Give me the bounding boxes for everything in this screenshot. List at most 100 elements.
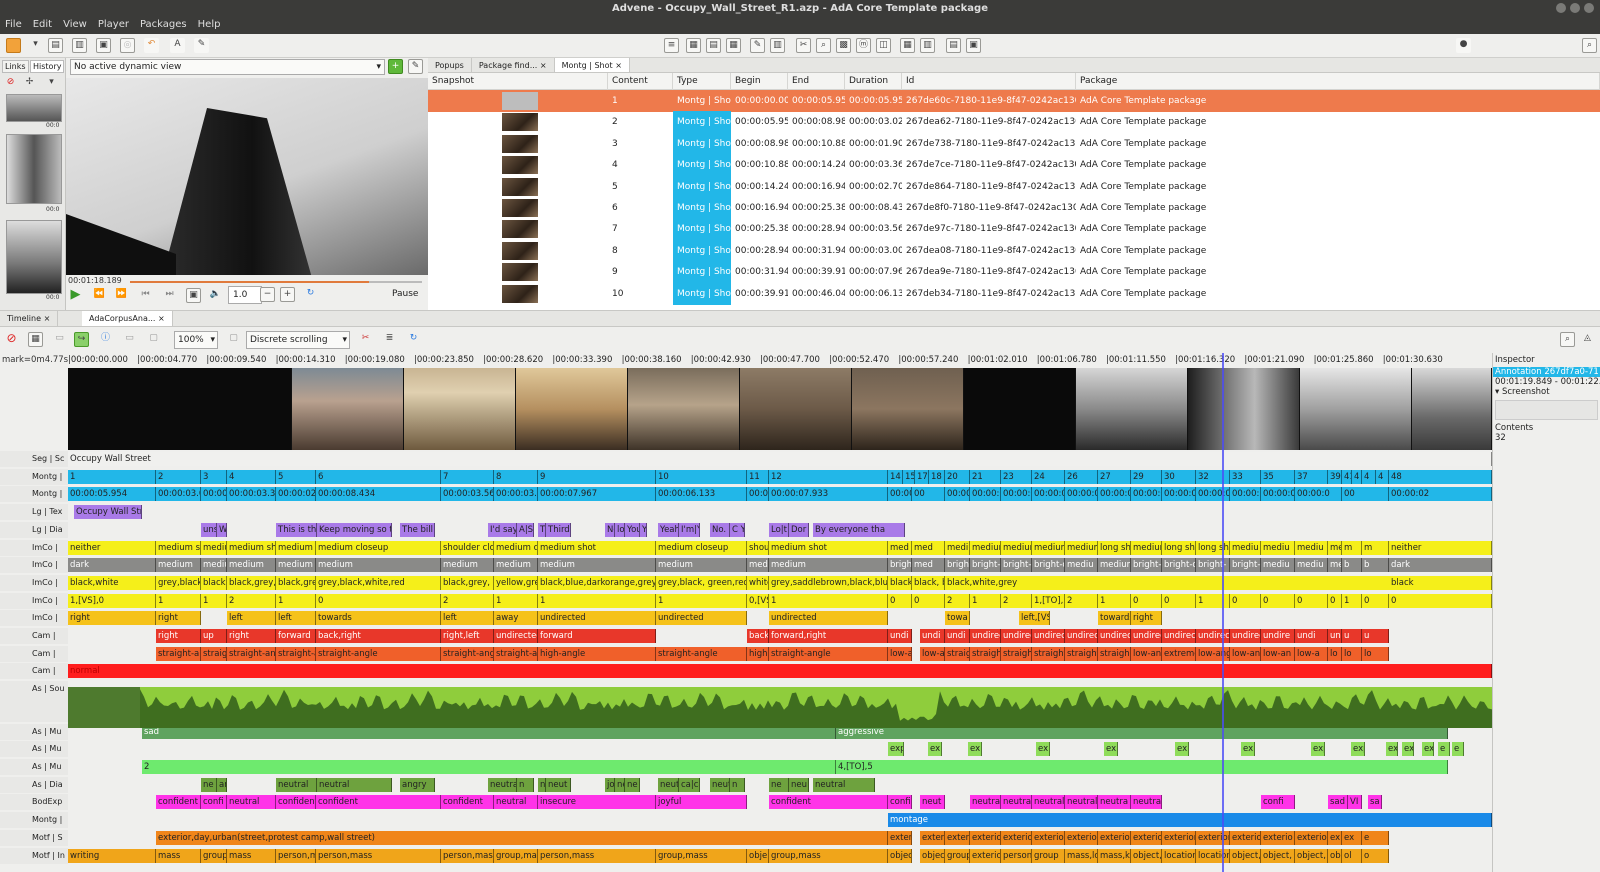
annotation[interactable]: ex [1175,742,1189,757]
annotation[interactable]: medium clo [494,540,538,555]
annotation[interactable]: shoulder clos [441,540,494,555]
track-label[interactable]: ImCo | [0,610,68,627]
annotation[interactable]: bright-d [1162,558,1196,573]
annotation[interactable]: exterior,day,urban(street,protest camp,w… [156,830,888,845]
annotation[interactable]: neutral [1131,795,1162,810]
annotation[interactable]: C Ye [730,522,745,537]
player-progress-bar[interactable] [130,281,422,283]
lock-icon[interactable]: ▢ [226,332,241,347]
annotation[interactable]: uns [201,522,217,537]
annotation[interactable]: 00:0 [747,487,769,502]
annotation[interactable]: 0 [1295,593,1328,608]
annotation[interactable]: black,white,grey [945,575,1392,590]
annotation[interactable]: neither [1389,540,1492,555]
annotation[interactable]: 1 [538,593,656,608]
text-tool-icon[interactable]: A [170,38,185,53]
minus-icon[interactable]: − [260,287,275,302]
annotation[interactable]: group [945,848,970,863]
annotation[interactable]: undi [920,629,945,643]
annotation[interactable]: 1 [1342,593,1362,608]
annotation[interactable]: 00:00:0 [970,487,1001,502]
annotation[interactable]: ex [1402,742,1414,757]
annotation[interactable]: 2 [441,593,494,608]
annotation[interactable]: bright [945,558,970,573]
track-label[interactable]: As | Sou [0,681,68,723]
annotation[interactable]: straight- [1065,646,1098,661]
next-icon[interactable]: ⏭ [162,288,177,303]
track-label[interactable]: Cam | [0,628,68,644]
annotation[interactable]: lo [1342,646,1362,661]
annotation[interactable]: straight-angle [656,646,747,661]
annotation[interactable]: 00:00:0 [1098,487,1131,502]
annotation[interactable]: 0 [888,593,912,608]
annotation[interactable]: black, [201,575,227,590]
annotation[interactable]: grey,saddlebrown,black,blue [769,575,888,590]
column-header[interactable]: Begin [731,73,788,90]
annotation[interactable]: mediu [945,540,970,555]
tab-montg-shot[interactable]: Montg | Shot × [554,58,630,72]
annotation[interactable]: medium sh [156,540,201,555]
stop-icon[interactable]: ⊘ [4,332,19,347]
annotation[interactable]: 1 [156,593,201,608]
annotation[interactable]: exterio [1098,830,1131,845]
annotation[interactable]: 00:00:0 [1131,487,1162,502]
annotation[interactable]: object, [1295,848,1328,863]
annotation[interactable]: 00:00:0 [1001,487,1032,502]
annotation[interactable]: neut [710,777,730,792]
annotation[interactable]: straig [201,646,227,661]
tab-adacorpus[interactable]: AdaCorpusAna... × [82,311,173,326]
annotation[interactable]: 1 [494,593,538,608]
track-label[interactable]: Montg | [0,486,68,503]
annotation[interactable]: 00 [912,487,945,502]
annotation[interactable]: lov [615,522,625,537]
annotation[interactable]: undirected [494,629,538,643]
annotation[interactable]: exterio [1230,830,1261,845]
record-icon[interactable]: ◎ [120,38,135,53]
menu-player[interactable]: Player [98,17,129,34]
annotation[interactable]: medium [1131,540,1162,555]
annotation[interactable]: 41 [1342,469,1352,484]
scroll-mode-select[interactable]: Discrete scrolling ▾ [246,331,350,349]
refresh-icon[interactable]: ↻ [303,287,318,302]
annotation[interactable]: exterio [888,830,912,845]
annotation[interactable]: exp [888,742,904,757]
pencil-icon[interactable]: ✎ [194,38,209,53]
annotation[interactable]: o [1362,848,1389,863]
annotation[interactable]: ex [928,742,942,757]
annotation[interactable]: left [276,611,316,626]
annotation[interactable]: straight-an [494,646,538,661]
annotation[interactable]: mediu [201,558,227,573]
annotation[interactable]: mass,k [1098,848,1131,863]
close-icon[interactable]: × [615,61,622,70]
annotation[interactable]: undirec [1230,629,1261,643]
annotation[interactable]: neut [920,795,945,810]
annotation[interactable]: neutra [1098,795,1131,810]
layers-icon[interactable]: ≣ [382,332,397,347]
annotation[interactable]: m [1342,540,1362,555]
column-header[interactable]: End [788,73,845,90]
annotation[interactable]: 4 [1376,469,1389,484]
annotation[interactable]: undirec [1001,629,1032,643]
annotation[interactable]: back,right [316,629,441,643]
annotation[interactable]: neutral [488,777,517,792]
annotation[interactable]: ex [1386,742,1398,757]
annotation[interactable]: confident [156,795,201,810]
dynamic-view-select[interactable]: No active dynamic view ▾ [70,59,385,75]
history-thumbnail[interactable] [6,220,62,294]
annotation[interactable]: group [1032,848,1065,863]
annotation[interactable]: ex [1422,742,1434,757]
annotation[interactable]: medium sho [227,540,276,555]
annotation[interactable]: ne [615,777,625,792]
annotation[interactable]: white [747,575,769,590]
annotation[interactable]: 1 [1098,593,1131,608]
timeline-cursor[interactable] [1222,353,1224,872]
annotation[interactable]: 0 [316,593,441,608]
annotation[interactable]: n [538,777,546,792]
annotation[interactable]: neu [789,777,809,792]
annotation[interactable]: ex [1036,742,1050,757]
annotation[interactable]: medium shot [538,540,656,555]
annotation[interactable]: Lo|t [769,522,789,537]
annotation[interactable]: medium [1098,558,1131,573]
annotation[interactable]: 2 [227,593,276,608]
pin-icon[interactable]: ◬ [1580,332,1595,347]
